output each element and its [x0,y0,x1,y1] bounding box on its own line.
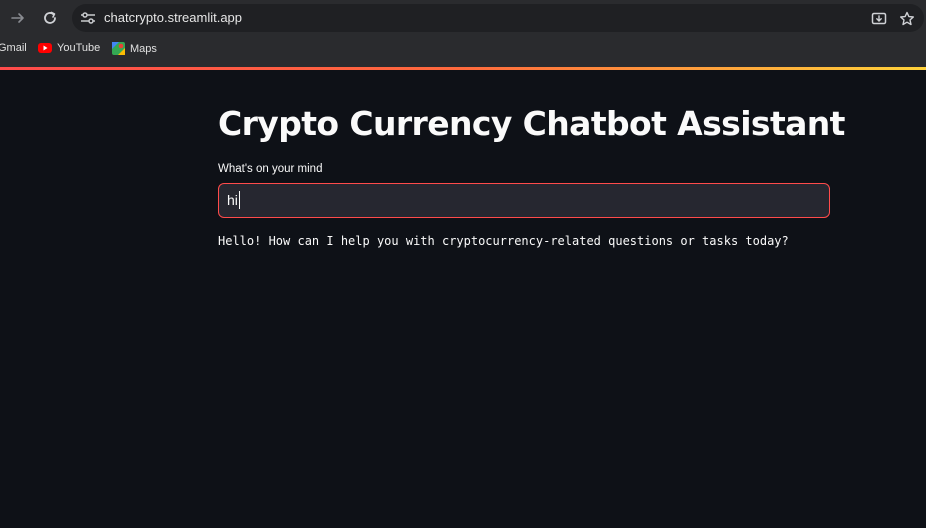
install-app-icon[interactable] [870,10,888,28]
bookmark-label: Gmail [0,42,27,54]
chat-input[interactable]: hi [218,183,830,218]
star-icon[interactable] [898,10,916,28]
input-label: What's on your mind [218,163,323,175]
bookmark-youtube[interactable]: YouTube [38,42,100,54]
bookmarks-bar: Gmail YouTube Maps [0,38,926,62]
bookmark-gmail[interactable]: Gmail [0,42,27,54]
forward-arrow-icon[interactable] [6,6,30,30]
bookmark-label: Maps [130,42,157,55]
assistant-response: Hello! How can I help you with cryptocur… [218,234,789,248]
youtube-icon [38,43,52,53]
reload-icon[interactable] [38,6,62,30]
browser-toolbar: chatcrypto.streamlit.app [0,0,926,36]
url-text[interactable]: chatcrypto.streamlit.app [104,10,242,25]
bookmark-label: YouTube [57,42,101,54]
browser-chrome: chatcrypto.streamlit.app Gmail YouTube M… [0,0,926,70]
chat-input-value[interactable]: hi [227,192,238,208]
maps-icon [112,42,125,55]
bookmark-maps[interactable]: Maps [112,42,157,55]
address-bar[interactable]: chatcrypto.streamlit.app [72,4,924,32]
text-caret [239,191,240,209]
tune-icon[interactable] [80,11,96,25]
page-title: Crypto Currency Chatbot Assistant [218,104,845,143]
